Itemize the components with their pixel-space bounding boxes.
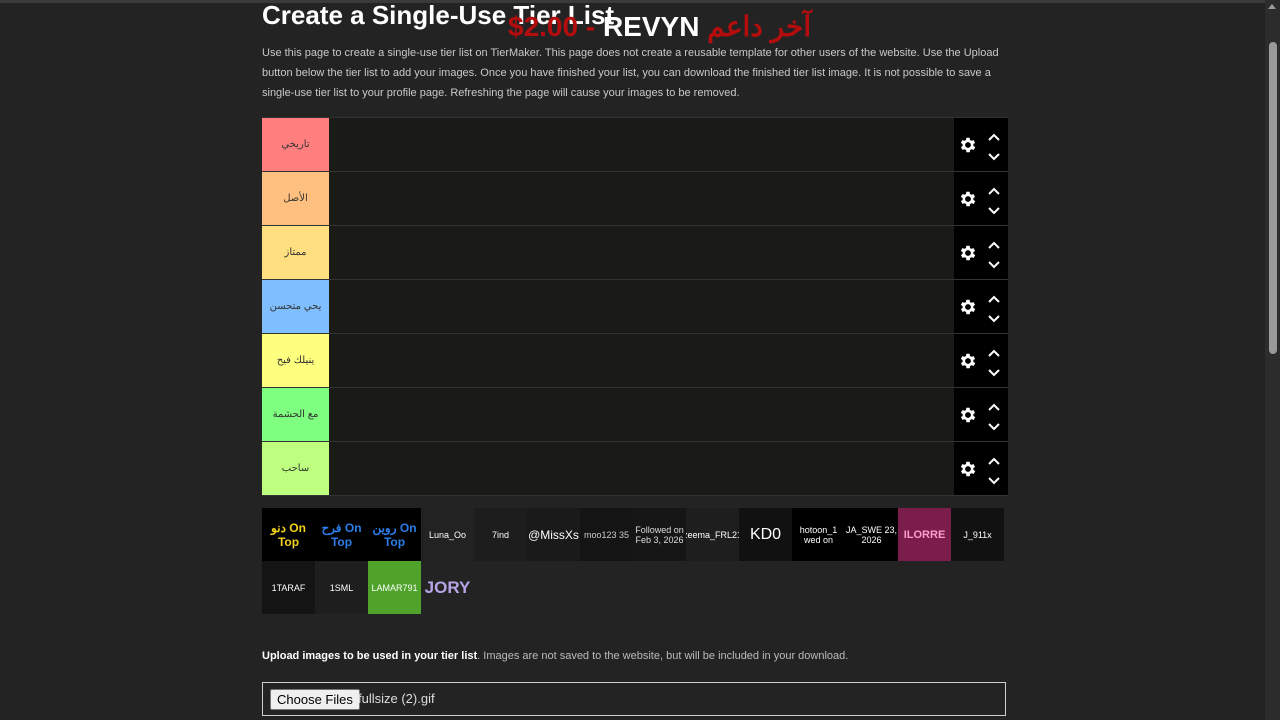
- gear-icon[interactable]: [958, 135, 978, 155]
- tier-list: تاريخي الأصل ممتاز يحي متحسن ينيلك فيح مع الح…: [262, 117, 1008, 496]
- chevron-down-icon[interactable]: [987, 473, 1001, 485]
- pool-image[interactable]: 7ind: [474, 508, 527, 561]
- pool-image[interactable]: JA_SWE 23, 2026: [845, 508, 898, 561]
- tier-dropzone[interactable]: [329, 226, 954, 279]
- overlay-arabic: آخر داعم: [707, 11, 812, 42]
- pool-image[interactable]: KD0: [739, 508, 792, 561]
- tier-dropzone[interactable]: [329, 172, 954, 225]
- pool-image[interactable]: moo123 35: [580, 508, 633, 561]
- chevron-down-icon[interactable]: [987, 257, 1001, 269]
- tier-label[interactable]: تاريخي: [262, 118, 329, 171]
- tier-label[interactable]: يحي متحسن: [262, 280, 329, 333]
- choose-files-button[interactable]: Choose Files: [270, 689, 360, 710]
- tier-row: ينيلك فيح: [262, 334, 1008, 388]
- tier-controls: [954, 388, 1008, 441]
- tier-label[interactable]: الأصل: [262, 172, 329, 225]
- chevron-down-icon[interactable]: [987, 311, 1001, 323]
- tier-dropzone[interactable]: [329, 442, 954, 495]
- chevron-up-icon[interactable]: [987, 345, 1001, 357]
- tier-dropzone[interactable]: [329, 280, 954, 333]
- pool-image[interactable]: LAMAR791: [368, 561, 421, 614]
- tier-dropzone[interactable]: [329, 388, 954, 441]
- gear-icon[interactable]: [958, 405, 978, 425]
- tier-label[interactable]: ممتاز: [262, 226, 329, 279]
- tier-label[interactable]: ينيلك فيح: [262, 334, 329, 387]
- chevron-up-icon[interactable]: [987, 129, 1001, 141]
- gear-icon[interactable]: [958, 243, 978, 263]
- gear-icon[interactable]: [958, 351, 978, 371]
- pool-image[interactable]: JORY: [421, 561, 474, 614]
- tier-controls: [954, 442, 1008, 495]
- tier-row: يحي متحسن: [262, 280, 1008, 334]
- scroll-up-arrow-icon[interactable]: [1268, 4, 1276, 9]
- gear-icon[interactable]: [958, 297, 978, 317]
- chevron-down-icon[interactable]: [987, 203, 1001, 215]
- pool-image[interactable]: فرح On Top: [315, 508, 368, 561]
- pool-image[interactable]: Followed on Feb 3, 2026: [633, 508, 686, 561]
- tier-controls: [954, 334, 1008, 387]
- tier-label[interactable]: مع الحشمة: [262, 388, 329, 441]
- tier-row: ممتاز: [262, 226, 1008, 280]
- scrollbar-thumb[interactable]: [1269, 42, 1277, 354]
- pool-image[interactable]: Luna_Oo: [421, 508, 474, 561]
- stream-donation-overlay: $2.00 - REVYN آخر داعم: [508, 10, 811, 44]
- chevron-up-icon[interactable]: [987, 399, 1001, 411]
- selected-file-name: fullsize (2).gif: [358, 691, 435, 706]
- pool-image[interactable]: J_911x: [951, 508, 1004, 561]
- tier-row: ساحب: [262, 442, 1008, 496]
- page-scrollbar[interactable]: [1265, 0, 1280, 720]
- tier-row: تاريخي: [262, 117, 1008, 172]
- chevron-up-icon[interactable]: [987, 237, 1001, 249]
- tier-label[interactable]: ساحب: [262, 442, 329, 495]
- pool-image[interactable]: zeema_FRL21: [686, 508, 739, 561]
- chevron-up-icon[interactable]: [987, 183, 1001, 195]
- tier-controls: [954, 280, 1008, 333]
- gear-icon[interactable]: [958, 189, 978, 209]
- pool-image[interactable]: 1TARAF: [262, 561, 315, 614]
- chevron-down-icon[interactable]: [987, 365, 1001, 377]
- chevron-up-icon[interactable]: [987, 453, 1001, 465]
- pool-image[interactable]: دنو On Top: [262, 508, 315, 561]
- tier-dropzone[interactable]: [329, 334, 954, 387]
- tier-row: الأصل: [262, 172, 1008, 226]
- tier-dropzone[interactable]: [329, 118, 954, 171]
- upload-label: Upload images to be used in your tier li…: [262, 650, 848, 662]
- image-pool: دنو On Top فرح On Top روين On Top Luna_Oo 7i…: [262, 508, 1008, 616]
- chevron-down-icon[interactable]: [987, 419, 1001, 431]
- pool-image[interactable]: روين On Top: [368, 508, 421, 561]
- tier-controls: [954, 118, 1008, 171]
- chevron-down-icon[interactable]: [987, 149, 1001, 161]
- upload-label-rest: . Images are not saved to the website, b…: [477, 650, 849, 662]
- browser-top-edge: [0, 0, 1280, 3]
- file-upload-box: Choose Files fullsize (2).gif: [262, 682, 1006, 716]
- tier-controls: [954, 172, 1008, 225]
- upload-label-bold: Upload images to be used in your tier li…: [262, 650, 478, 662]
- tier-controls: [954, 226, 1008, 279]
- chevron-up-icon[interactable]: [987, 291, 1001, 303]
- pool-image[interactable]: 1SML: [315, 561, 368, 614]
- overlay-name: REVYN: [602, 11, 708, 42]
- pool-image[interactable]: ILORRE: [898, 508, 951, 561]
- intro-text: Use this page to create a single-use tie…: [262, 47, 999, 99]
- pool-image[interactable]: hotoon_1 wed on: [792, 508, 845, 561]
- pool-image[interactable]: @MissXs: [527, 508, 580, 561]
- overlay-price: $2.00 -: [508, 11, 603, 42]
- tier-row: مع الحشمة: [262, 388, 1008, 442]
- gear-icon[interactable]: [958, 459, 978, 479]
